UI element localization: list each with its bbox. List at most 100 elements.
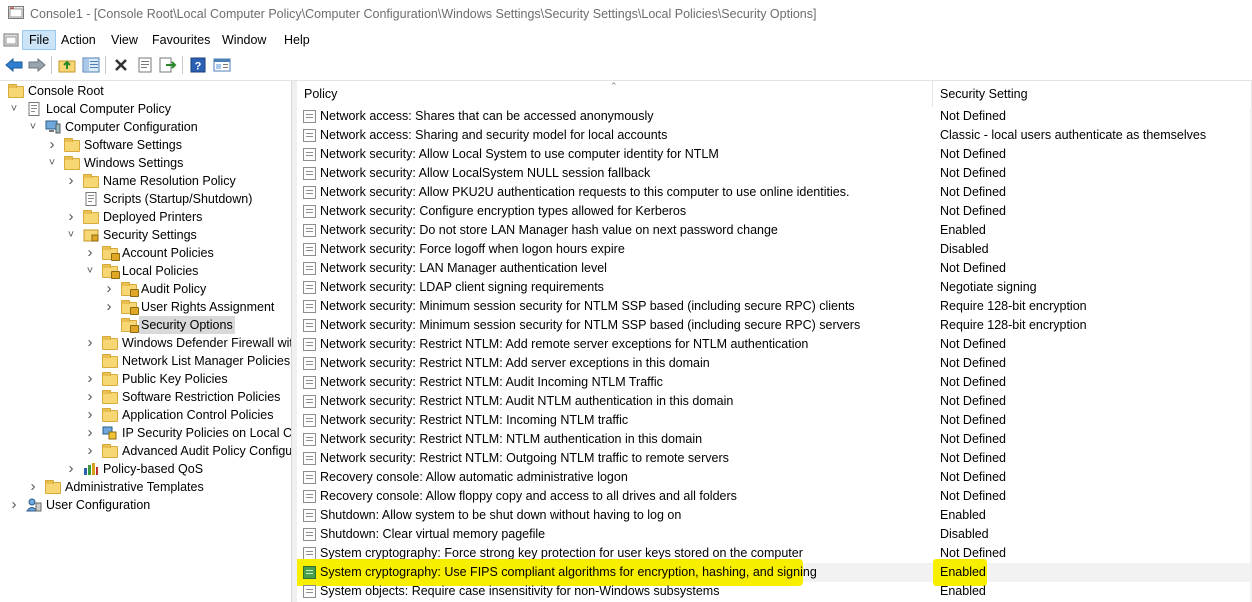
policy-icon: [303, 452, 316, 465]
table-row[interactable]: Recovery console: Allow floppy copy and …: [297, 487, 1252, 506]
tree-item[interactable]: › Audit Policy: [0, 280, 291, 298]
table-row[interactable]: Network access: Shares that can be acces…: [297, 107, 1252, 126]
tree-item[interactable]: ˅ Local Computer Policy: [0, 100, 291, 118]
menu-favourites[interactable]: Favourites: [146, 31, 216, 49]
back-icon[interactable]: [4, 55, 24, 75]
tree-item[interactable]: › Public Key Policies: [0, 370, 291, 388]
table-row[interactable]: Network security: Allow PKU2U authentica…: [297, 183, 1252, 202]
tree-item[interactable]: Console Root: [0, 82, 291, 100]
tree-item[interactable]: › Policy-based QoS: [0, 460, 291, 478]
extended-view-icon[interactable]: [212, 55, 232, 75]
tree-item[interactable]: ˅ Computer Configuration: [0, 118, 291, 136]
tree-item[interactable]: Security Options: [0, 316, 291, 334]
table-row[interactable]: Network security: Minimum session securi…: [297, 297, 1252, 316]
tree-item-label: Console Root: [28, 84, 104, 98]
tree-item[interactable]: › Software Restriction Policies: [0, 388, 291, 406]
tree-item[interactable]: ˅ Windows Settings: [0, 154, 291, 172]
chevron-right-icon[interactable]: ›: [84, 442, 96, 460]
table-row[interactable]: Network security: Restrict NTLM: NTLM au…: [297, 430, 1252, 449]
tree-item[interactable]: ˅ Local Policies: [0, 262, 291, 280]
menu-window[interactable]: Window: [216, 31, 272, 49]
computer-icon: [45, 120, 61, 134]
menu-file[interactable]: File: [22, 30, 57, 50]
table-row[interactable]: Recovery console: Allow automatic admini…: [297, 468, 1252, 487]
chevron-right-icon[interactable]: ›: [84, 388, 96, 406]
table-row[interactable]: Shutdown: Clear virtual memory pagefile D…: [297, 525, 1252, 544]
table-row[interactable]: Network access: Sharing and security mod…: [297, 126, 1252, 145]
properties-icon[interactable]: [135, 55, 155, 75]
export-list-icon[interactable]: [158, 55, 178, 75]
up-folder-icon[interactable]: [57, 55, 77, 75]
chevron-right-icon[interactable]: ›: [27, 478, 39, 496]
tree-item[interactable]: › IP Security Policies on Local Cor: [0, 424, 292, 442]
chevron-right-icon[interactable]: ›: [84, 244, 96, 262]
system-menu-icon[interactable]: [3, 32, 19, 48]
tree-item[interactable]: › Advanced Audit Policy Configur: [0, 442, 292, 460]
console-tree[interactable]: Console Root ˅ Local Computer Policy ˅ Compu…: [0, 81, 292, 602]
table-row[interactable]: System cryptography: Use FIPS compliant …: [297, 559, 1252, 586]
tree-item[interactable]: › Windows Defender Firewall with: [0, 334, 292, 352]
folder-icon: [83, 210, 99, 224]
chevron-down-icon[interactable]: ˅: [46, 154, 58, 172]
menu-view[interactable]: View: [105, 31, 144, 49]
show-hide-tree-icon[interactable]: [81, 55, 101, 75]
table-row[interactable]: Network security: Allow LocalSystem NULL…: [297, 164, 1252, 183]
chevron-right-icon[interactable]: ›: [84, 406, 96, 424]
chevron-down-icon[interactable]: ˅: [84, 262, 96, 280]
tree-item[interactable]: › Name Resolution Policy: [0, 172, 291, 190]
chevron-down-icon[interactable]: ˅: [65, 226, 77, 244]
chevron-right-icon[interactable]: ›: [8, 496, 20, 514]
tree-item[interactable]: Network List Manager Policies: [0, 352, 291, 370]
column-header-security-setting[interactable]: Security Setting: [933, 81, 1252, 107]
table-row[interactable]: Network security: Restrict NTLM: Incomin…: [297, 411, 1252, 430]
table-row[interactable]: Network security: LAN Manager authentica…: [297, 259, 1252, 278]
menu-action[interactable]: Action: [55, 31, 102, 49]
table-row[interactable]: Network security: Minimum session securi…: [297, 316, 1252, 335]
chevron-down-icon[interactable]: ˅: [27, 118, 39, 136]
tree-item[interactable]: › Administrative Templates: [0, 478, 291, 496]
tree-item[interactable]: › User Rights Assignment: [0, 298, 291, 316]
computer-policy-icon: [26, 102, 42, 116]
menu-help[interactable]: Help: [278, 31, 316, 49]
security-setting-value: Not Defined: [940, 375, 1007, 389]
tree-item[interactable]: ˅ Security Settings: [0, 226, 291, 244]
chevron-right-icon[interactable]: ›: [65, 460, 77, 478]
table-row[interactable]: Network security: Restrict NTLM: Add rem…: [297, 335, 1252, 354]
table-row[interactable]: Shutdown: Allow system to be shut down w…: [297, 506, 1252, 525]
chevron-right-icon[interactable]: ›: [103, 280, 115, 298]
table-row[interactable]: Network security: Restrict NTLM: Audit N…: [297, 392, 1252, 411]
folder-icon: [102, 390, 118, 404]
chevron-right-icon[interactable]: ›: [65, 172, 77, 190]
tree-item[interactable]: › Account Policies: [0, 244, 291, 262]
chevron-right-icon[interactable]: ›: [46, 136, 58, 154]
forward-icon[interactable]: [27, 55, 47, 75]
chevron-down-icon[interactable]: ˅: [8, 100, 20, 118]
policy-name: Network security: Minimum session securi…: [320, 318, 861, 332]
ip-security-icon: [102, 426, 118, 440]
tree-item[interactable]: › Deployed Printers: [0, 208, 291, 226]
table-row[interactable]: Network security: LDAP client signing re…: [297, 278, 1252, 297]
tree-item[interactable]: › Application Control Policies: [0, 406, 291, 424]
table-row[interactable]: Network security: Configure encryption t…: [297, 202, 1252, 221]
tree-item[interactable]: Scripts (Startup/Shutdown): [0, 190, 291, 208]
chevron-right-icon[interactable]: ›: [84, 370, 96, 388]
policy-list[interactable]: Policy ⌃ Security Setting Network access…: [297, 81, 1252, 602]
table-row[interactable]: Network security: Allow Local System to …: [297, 145, 1252, 164]
delete-icon[interactable]: [111, 55, 131, 75]
table-row[interactable]: Network security: Restrict NTLM: Outgoin…: [297, 449, 1252, 468]
chevron-right-icon[interactable]: ›: [84, 424, 96, 442]
sort-ascending-icon: ⌃: [610, 81, 618, 91]
table-row[interactable]: Network security: Force logoff when logo…: [297, 240, 1252, 259]
chevron-right-icon[interactable]: ›: [103, 298, 115, 316]
tree-item-label: Network List Manager Policies: [122, 354, 291, 368]
table-row[interactable]: Network security: Do not store LAN Manag…: [297, 221, 1252, 240]
tree-item[interactable]: › Software Settings: [0, 136, 291, 154]
chevron-right-icon[interactable]: ›: [84, 334, 96, 352]
help-icon[interactable]: ?: [188, 55, 208, 75]
tree-item-label: IP Security Policies on Local Cor: [122, 426, 292, 440]
chevron-right-icon[interactable]: ›: [65, 208, 77, 226]
table-row[interactable]: Network security: Restrict NTLM: Add ser…: [297, 354, 1252, 373]
tree-item[interactable]: › User Configuration: [0, 496, 291, 514]
table-row[interactable]: Network security: Restrict NTLM: Audit I…: [297, 373, 1252, 392]
table-row[interactable]: System objects: Require case insensitivi…: [297, 582, 1252, 601]
